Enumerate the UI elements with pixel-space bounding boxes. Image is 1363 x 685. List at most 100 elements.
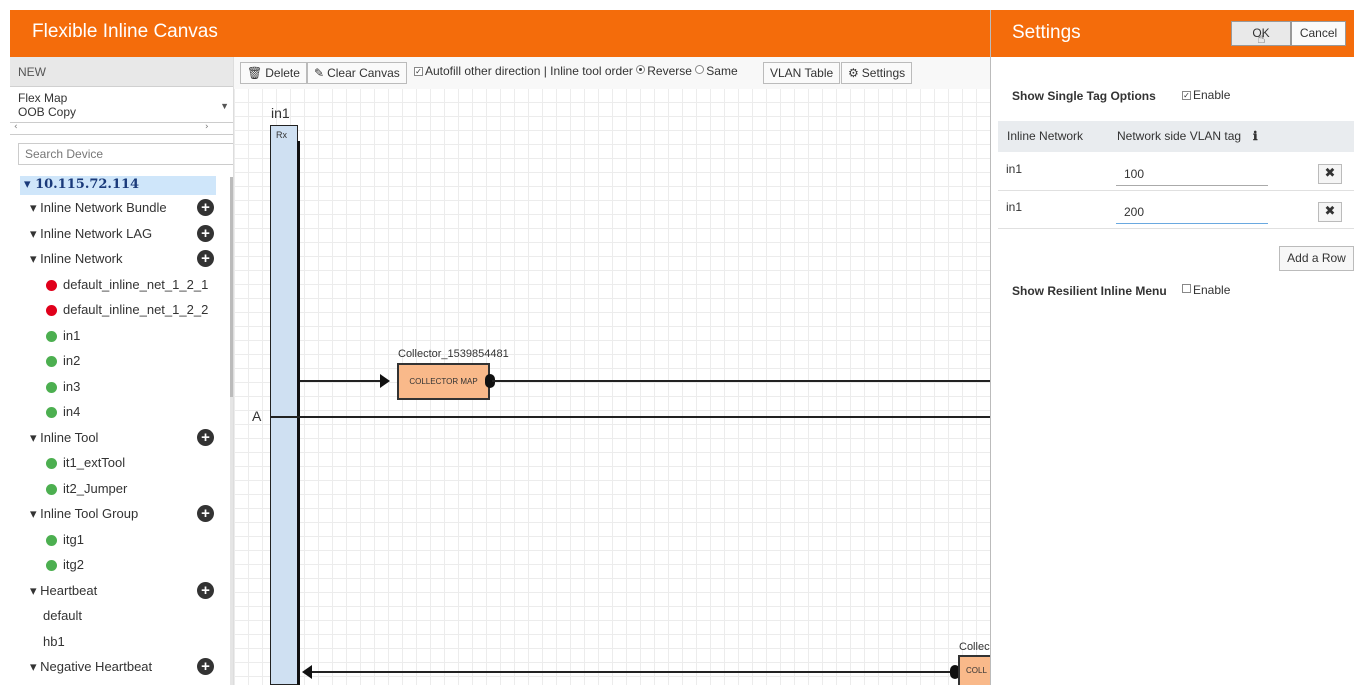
add-icon[interactable]: + [197,250,214,267]
device-tree: ▾ 10.115.72.114 ▾ Inline Network Bundle +… [10,176,233,680]
tree-item[interactable]: ▾ Inline Network LAG + [10,221,233,247]
inline-canvas[interactable]: 🗑 Delete ✎ Clear Canvas ✓ Autofill other di… [234,57,990,685]
connector-line[interactable] [300,380,380,382]
delete-button[interactable]: 🗑 Delete [240,62,307,84]
scroll-left-icon[interactable]: ‹ [14,122,18,132]
vlan-table-button[interactable]: VLAN Table [763,62,841,84]
add-icon[interactable]: + [197,224,214,242]
caret-down-icon[interactable]: ▾ [30,251,40,266]
reverse-label: Reverse [647,64,692,78]
settings-label: Settings [861,66,906,80]
collector-map-node[interactable]: COLLECTOR MAP [397,363,490,400]
tree-item[interactable]: itg1 [10,527,233,553]
add-icon[interactable]: + [197,505,214,522]
network-label: in1 [271,105,290,121]
tree-item-label: Inline Network Bundle [40,200,167,215]
resilient-inline-checkbox[interactable] [1182,284,1191,293]
connector-line[interactable] [492,380,990,382]
add-icon[interactable]: + [197,199,214,216]
status-dot-icon [46,330,57,342]
horizontal-scrollbar[interactable]: ‹ › [10,122,233,135]
add-icon[interactable]: + [197,581,214,599]
tree-item-label: default [43,608,83,623]
vlan-tag-input[interactable]: 200 [1116,200,1268,224]
tree-item[interactable]: ▾ Heartbeat + [10,578,233,604]
side-a-line[interactable] [270,416,990,418]
settings-button[interactable]: ⚙ Settings [841,62,913,84]
tree-item[interactable]: default_inline_net_1_2_1 [10,272,233,298]
clear-canvas-button[interactable]: ✎ Clear Canvas [307,62,407,84]
dropdown-arrow-icon[interactable]: ▼ [220,99,229,113]
status-dot-icon [46,356,57,367]
rx-bar-edge [297,141,300,685]
tree-item-label: itg1 [63,531,84,547]
tree-item[interactable]: ▾ Inline Tool + [10,425,233,451]
tree-item[interactable]: it2_Jumper [10,476,233,502]
tree-item[interactable]: ▾ Inline Network Bundle + [10,195,233,221]
column-inline-network: Inline Network [1007,129,1084,143]
tree-item[interactable]: ▾ Inline Network + [10,246,233,272]
add-icon[interactable]: + [197,658,214,675]
single-tag-enable-label: Enable [1193,88,1231,102]
caret-down-icon[interactable]: ▾ [30,430,40,445]
autofill-checkbox[interactable]: ✓ [414,67,423,76]
search-device-input[interactable]: Search Device [18,143,233,165]
connector-line[interactable] [312,671,952,673]
tree-item[interactable]: default_inline_net_1_2_2 [10,297,233,323]
app-title: Flexible Inline Canvas [32,21,218,42]
tree-item[interactable]: in2 [10,348,233,374]
tree-item[interactable]: ▾ Inline Tool Group + [10,501,233,527]
status-dot-icon [46,407,57,418]
caret-down-icon[interactable]: ▾ [30,506,40,521]
vlan-table-header: Inline Network Network side VLAN tag ℹ [998,121,1354,152]
caret-down-icon[interactable]: ▾ [30,200,40,215]
same-label: Same [706,64,738,78]
tree-item[interactable]: in3 [10,374,233,400]
delete-row-button[interactable]: ✖ [1318,164,1342,184]
canvas-toolbar: 🗑 Delete ✎ Clear Canvas ✓ Autofill other di… [234,57,990,89]
reverse-radio[interactable] [636,65,646,74]
resilient-enable-label: Enable [1193,283,1231,297]
map-list-item[interactable]: Flex Map [18,91,225,105]
settings-panel: Settings OK Cancel ☝ Show Single Tag Opt… [990,10,1354,685]
tree-item[interactable]: it1_extTool [10,450,233,476]
add-row-button[interactable]: Add a Row [1279,246,1354,271]
tree-item-label: default_inline_net_1_2_1 [63,276,209,292]
delete-row-button[interactable]: ✖ [1318,202,1342,222]
tree-item-label: in1 [63,327,81,343]
collector-name: Collector_1539854481 [398,348,509,360]
tree-item-label: it2_Jumper [63,480,128,496]
info-icon[interactable]: ℹ [1253,129,1258,143]
tree-item[interactable]: ▾ Negative Heartbeat + [10,654,233,680]
same-radio[interactable] [695,65,705,74]
column-vlan-tag: Network side VLAN tag [1117,129,1242,143]
new-header[interactable]: NEW [10,57,233,87]
map-list[interactable]: Flex Map OOB Copy ▼ [10,87,233,123]
caret-down-icon[interactable]: ▾ [30,659,40,674]
tree-item[interactable]: in4 [10,399,233,425]
tree-item-label: Inline Tool [40,429,99,445]
tree-item[interactable]: in1 [10,323,233,349]
vlan-tag-input[interactable]: 100 [1116,162,1268,186]
collector-map-node[interactable]: COLL [958,655,990,685]
cancel-button[interactable]: Cancel [1291,21,1346,46]
tree-item-label: it1_extTool [63,455,126,470]
single-tag-checkbox[interactable]: ✓ [1182,91,1191,100]
scroll-right-icon[interactable]: › [205,122,209,132]
tree-item[interactable]: hb1 [10,629,233,655]
tree-root-device[interactable]: ▾ 10.115.72.114 [20,176,216,195]
tree-root-label: 10.115.72.114 [35,177,140,192]
gear-icon: ⚙ [848,66,859,80]
map-list-item[interactable]: OOB Copy [18,105,225,119]
caret-down-icon[interactable]: ▾ [30,583,40,598]
tree-item[interactable]: itg2 [10,552,233,578]
tree-item[interactable]: default [10,603,233,629]
status-dot-icon [46,381,57,393]
vlan-row-network: in1 [1006,162,1023,176]
add-icon[interactable]: + [197,428,214,446]
caret-down-icon[interactable]: ▾ [30,226,40,241]
tree-item-label: Negative Heartbeat [40,659,153,674]
eraser-icon: ✎ [314,66,325,80]
rx-port-bar[interactable] [270,125,298,685]
status-dot-icon [46,483,57,495]
